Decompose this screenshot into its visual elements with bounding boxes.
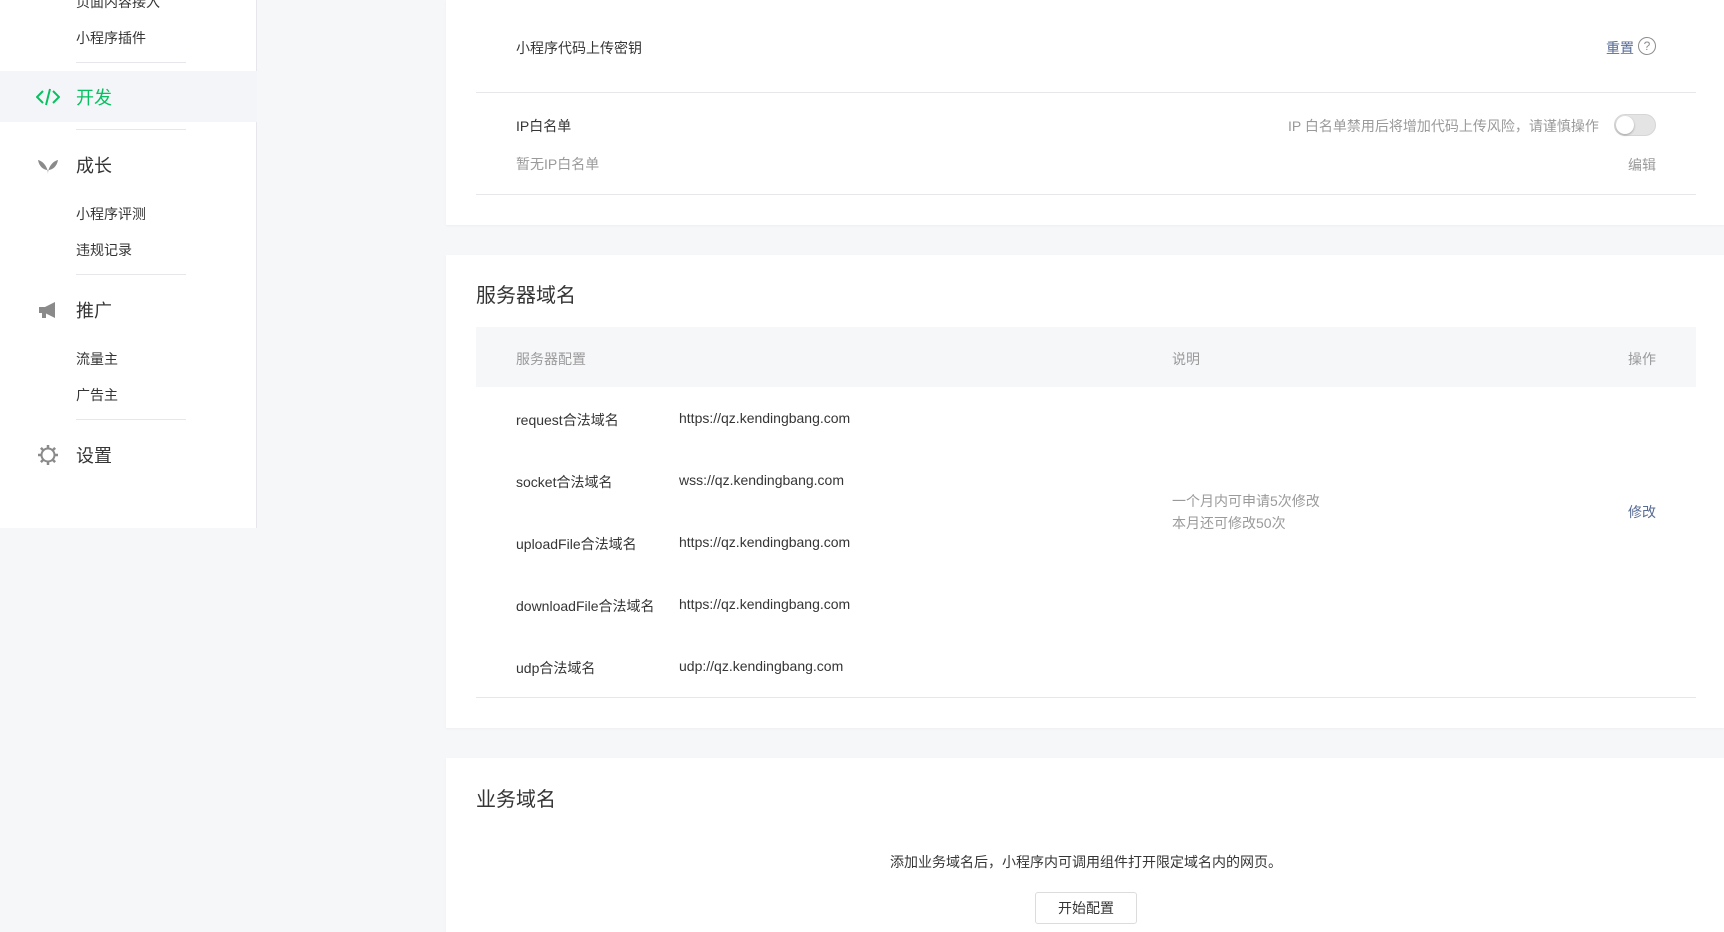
sidebar-item-label: 成长: [76, 155, 112, 176]
business-domain-title: 业务域名: [476, 789, 556, 811]
domain-row-value: https://qz.kendingbang.com: [679, 596, 851, 612]
dev-settings-card: 小程序代码上传密钥 重置 ? IP白名单 IP 白名单禁用后将增加代码上传风险，…: [446, 0, 1724, 225]
reset-key-link[interactable]: 重置: [1606, 38, 1634, 58]
sidebar-divider: [76, 419, 186, 420]
start-config-button[interactable]: 开始配置: [1035, 892, 1137, 924]
sidebar-divider: [76, 129, 186, 130]
code-icon: [36, 85, 60, 109]
sidebar-item-traffic-owner[interactable]: 流量主: [76, 349, 118, 369]
modify-remaining-text: 本月还可修改50次: [1172, 515, 1286, 531]
help-icon[interactable]: ?: [1638, 37, 1656, 55]
sidebar-item-settings[interactable]: 设置: [0, 429, 257, 480]
ip-whitelist-toggle[interactable]: [1614, 114, 1656, 136]
sidebar-divider: [76, 274, 186, 275]
sidebar-divider: [76, 62, 186, 63]
domain-row-value: https://qz.kendingbang.com: [679, 410, 851, 426]
sidebar-item-review[interactable]: 小程序评测: [76, 204, 146, 224]
sidebar-item-dev[interactable]: 开发: [0, 71, 257, 122]
leaf-icon: [36, 153, 60, 177]
ip-whitelist-label: IP白名单: [516, 118, 572, 134]
server-domain-title: 服务器域名: [476, 285, 576, 307]
header-desc: 说明: [1172, 351, 1200, 367]
toggle-knob: [1616, 116, 1634, 134]
sidebar-item-label: 开发: [76, 87, 112, 108]
domain-row-name: request合法域名: [516, 412, 619, 428]
megaphone-icon: [36, 298, 60, 322]
upload-key-label: 小程序代码上传密钥: [516, 40, 642, 56]
sidebar-item-plugins[interactable]: 小程序插件: [76, 28, 146, 48]
divider: [476, 697, 1696, 698]
divider: [476, 194, 1696, 195]
table-header: [476, 327, 1696, 387]
sidebar-item-growth[interactable]: 成长: [0, 139, 257, 190]
ip-whitelist-empty: 暂无IP白名单: [516, 156, 600, 172]
ip-whitelist-warning: IP 白名单禁用后将增加代码上传风险，请谨慎操作: [1288, 118, 1599, 134]
server-domain-card: 服务器域名 服务器配置 说明 操作 request合法域名 https://qz…: [446, 255, 1724, 728]
sidebar-item-page-content[interactable]: 页面内容接入: [76, 0, 160, 12]
modify-server-domain-link[interactable]: 修改: [1628, 502, 1656, 522]
sidebar-item-label: 设置: [76, 445, 112, 466]
sidebar-item-advertiser[interactable]: 广告主: [76, 385, 118, 405]
edit-ip-whitelist-link[interactable]: 编辑: [1628, 155, 1656, 175]
domain-row-value: udp://qz.kendingbang.com: [679, 658, 844, 674]
sidebar-item-promotion[interactable]: 推广: [0, 284, 257, 335]
business-domain-card: 业务域名 添加业务域名后，小程序内可调用组件打开限定域名内的网页。 开始配置: [446, 758, 1724, 932]
sidebar-item-violations[interactable]: 违规记录: [76, 240, 132, 260]
domain-row-name: uploadFile合法域名: [516, 536, 637, 552]
domain-row-name: downloadFile合法域名: [516, 598, 655, 614]
domain-row-value: https://qz.kendingbang.com: [679, 534, 851, 550]
sidebar: 页面内容接入 小程序插件 开发 成长 小程序评测 违规记录 推广 流量主 广告主…: [0, 0, 257, 528]
domain-row-value: wss://qz.kendingbang.com: [679, 472, 844, 488]
business-domain-desc: 添加业务域名后，小程序内可调用组件打开限定域名内的网页。: [890, 854, 1282, 870]
domain-row-name: socket合法域名: [516, 474, 613, 490]
divider: [476, 92, 1696, 93]
sidebar-item-label: 推广: [76, 300, 112, 321]
domain-row-name: udp合法域名: [516, 660, 596, 676]
header-op: 操作: [1628, 351, 1656, 367]
gear-icon: [36, 443, 60, 467]
modify-limit-text: 一个月内可申请5次修改: [1172, 493, 1320, 509]
header-config: 服务器配置: [516, 351, 586, 367]
